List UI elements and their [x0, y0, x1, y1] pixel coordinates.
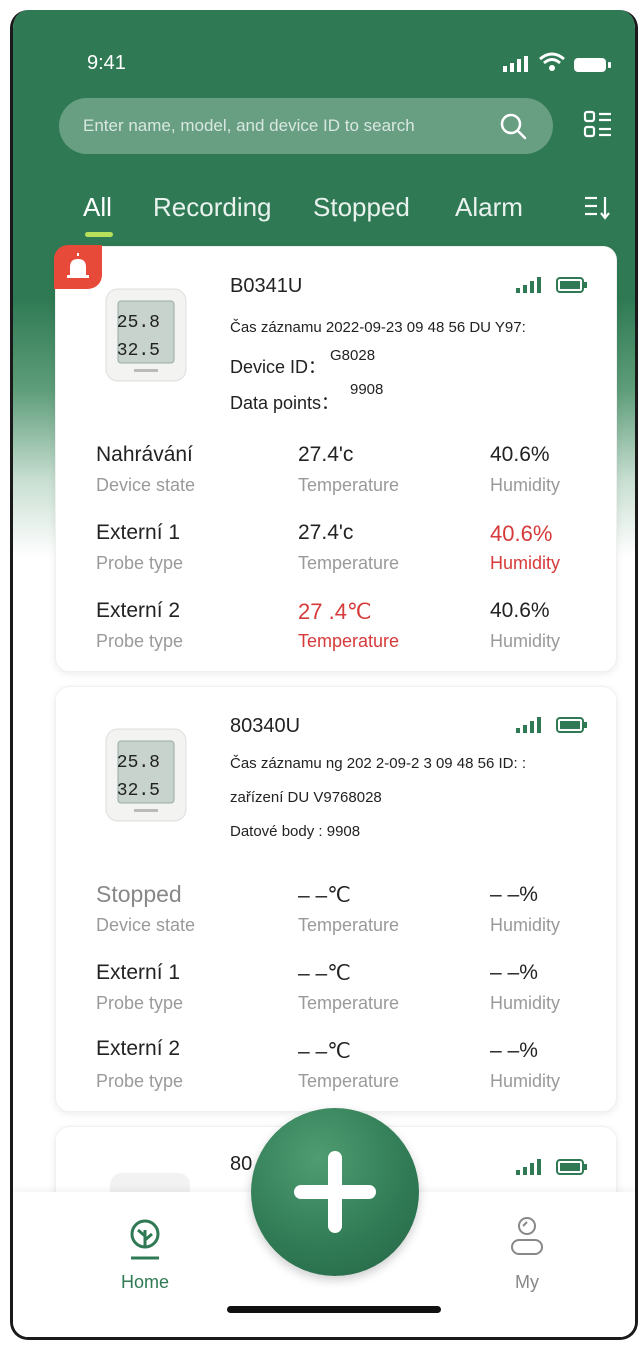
humidity-value: – –%: [490, 961, 538, 984]
probe-type-value: Externí 1: [96, 521, 181, 544]
humidity-label: Humidity: [490, 993, 561, 1013]
humidity-label: Humidity: [490, 915, 561, 935]
temperature-label: Temperature: [298, 915, 400, 935]
wifi-icon: [539, 52, 565, 71]
thumb-reading-bottom: 32.5: [117, 781, 160, 801]
home-tree-icon[interactable]: [125, 1218, 165, 1262]
device-id-value: G8028: [330, 347, 376, 364]
thermo-hygrometer-image: 25.8 32.5: [105, 288, 187, 382]
device-name: 80340U: [230, 715, 301, 737]
humidity-label-alarm: Humidity: [490, 553, 561, 573]
device-state-value: Nahrávání: [96, 443, 193, 466]
data-points-value: 9908: [350, 381, 384, 398]
battery-icon: [574, 58, 611, 72]
tab-recording[interactable]: Recording: [153, 192, 272, 223]
humidity-value: – –%: [490, 1039, 538, 1062]
temperature-value: – –℃: [298, 1040, 351, 1063]
tab-stopped[interactable]: Stopped: [313, 192, 410, 223]
device-name: 80: [230, 1153, 253, 1175]
thumb-reading-top: 25.8: [117, 313, 160, 333]
temperature-label: Temperature: [298, 553, 400, 573]
humidity-value: 40.6%: [490, 443, 550, 466]
alarm-icon: [67, 253, 89, 278]
filter-tabs: All Recording Stopped Alarm: [13, 188, 635, 238]
temperature-label: Temperature: [298, 475, 400, 495]
thermo-hygrometer-image: 25.8 32.5: [105, 728, 187, 822]
thumb-reading-top: 25.8: [117, 753, 160, 773]
humidity-label: Humidity: [490, 475, 561, 495]
sort-icon[interactable]: [583, 193, 611, 221]
device-state-label: Device state: [96, 915, 196, 935]
home-indicator: [227, 1306, 441, 1313]
temperature-value: – –℃: [298, 884, 351, 907]
temperature-label-alarm: Temperature: [298, 631, 400, 651]
record-time: Čas záznamu ng 202 2-09-2 3 09 48 56 ID:…: [230, 755, 527, 772]
temperature-label: Temperature: [298, 1071, 400, 1091]
tab-all[interactable]: All: [83, 192, 112, 223]
add-device-button[interactable]: [251, 1108, 419, 1276]
probe-type-value: Externí 1: [96, 961, 181, 984]
probe-type-value: Externí 2: [96, 1037, 181, 1060]
list-view-icon[interactable]: [583, 110, 613, 140]
temperature-value-alarm: 27 .4℃: [298, 599, 372, 624]
probe-type-label: Probe type: [96, 553, 184, 573]
device-state-label: Device state: [96, 475, 196, 495]
record-time: Čas záznamu 2022-09-23 09 48 56 DU Y97:: [230, 319, 526, 336]
probe-type-label: Probe type: [96, 1071, 184, 1091]
device-signal-icon: [516, 1159, 541, 1175]
probe-type-label: Probe type: [96, 993, 184, 1013]
device-signal-icon: [516, 717, 541, 733]
temperature-value: 27.4'c: [298, 443, 354, 466]
cellular-signal-icon: [503, 56, 528, 72]
nav-my-label[interactable]: My: [515, 1272, 539, 1293]
device-battery-icon: [556, 1159, 587, 1175]
plus-icon: [294, 1151, 376, 1233]
device-battery-icon: [556, 277, 587, 293]
tab-alarm[interactable]: Alarm: [455, 192, 523, 223]
device-name: B0341U: [230, 275, 303, 297]
humidity-value: – –%: [490, 883, 538, 906]
device-id-label: Device ID：: [230, 357, 327, 377]
device-signal-icon: [516, 277, 541, 293]
temperature-value: 27.4'c: [298, 521, 354, 544]
search-icon[interactable]: [499, 112, 527, 140]
humidity-value-alarm: 40.6%: [490, 521, 553, 546]
humidity-value: 40.6%: [490, 599, 550, 622]
humidity-label: Humidity: [490, 1071, 561, 1091]
temperature-label: Temperature: [298, 993, 400, 1013]
active-tab-indicator: [85, 232, 113, 237]
phone-frame: 9:41 Enter name, model, and device ID to…: [10, 10, 638, 1340]
temperature-value: – –℃: [298, 962, 351, 985]
alarm-badge: [54, 245, 102, 289]
data-points: Datové body : 9908: [230, 823, 361, 840]
device-state-value: Stopped: [96, 881, 182, 907]
humidity-label: Humidity: [490, 631, 561, 651]
probe-type-value: Externí 2: [96, 599, 181, 622]
probe-type-label: Probe type: [96, 631, 184, 651]
device-battery-icon: [556, 717, 587, 733]
data-points-label: Data points：: [230, 393, 340, 413]
search-input[interactable]: Enter name, model, and device ID to sear…: [83, 116, 415, 136]
device-card[interactable]: 25.8 32.5 80340U Čas záznamu ng 202 2-09…: [55, 686, 617, 1112]
search-bar[interactable]: Enter name, model, and device ID to sear…: [59, 98, 553, 154]
device-id: zařízení DU V9768028: [230, 789, 382, 806]
profile-icon[interactable]: [509, 1214, 545, 1260]
nav-home-label[interactable]: Home: [121, 1272, 169, 1293]
status-time: 9:41: [87, 52, 126, 74]
status-bar: 9:41: [13, 10, 635, 100]
device-card[interactable]: 25.8 32.5 B0341U Čas záznamu 2022-09-23 …: [54, 245, 617, 672]
thumb-reading-bottom: 32.5: [117, 341, 160, 361]
